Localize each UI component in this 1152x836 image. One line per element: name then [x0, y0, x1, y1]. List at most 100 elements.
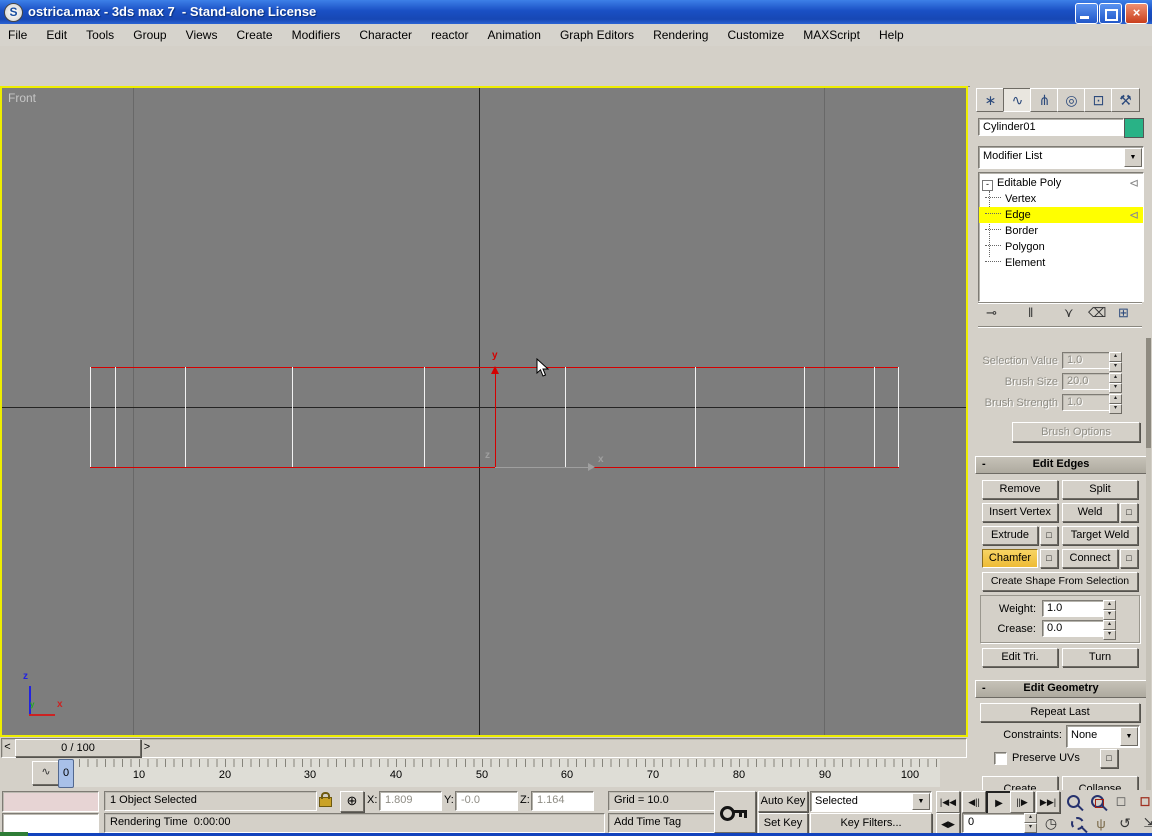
dropdown-arrow-icon[interactable]: ▼: [1124, 148, 1142, 167]
preserve-uvs-checkbox[interactable]: [994, 752, 1007, 765]
menu-reactor[interactable]: reactor: [423, 24, 476, 45]
zoom-extents-icon[interactable]: ◻: [1110, 791, 1132, 811]
selection-value-spinner[interactable]: ▴ ▾: [1109, 352, 1122, 372]
chamfer-button[interactable]: Chamfer: [982, 549, 1038, 568]
y-coord-field[interactable]: -0.0: [455, 791, 518, 811]
selection-value-field[interactable]: 1.0: [1062, 352, 1110, 369]
cylinder-edge[interactable]: [185, 367, 186, 467]
frame-spinner[interactable]: ▴ ▾: [1024, 813, 1037, 833]
brush-strength-spinner[interactable]: ▴ ▾: [1109, 394, 1122, 414]
viewport-front[interactable]: Front y x z z x y: [0, 86, 968, 737]
play-animation-icon[interactable]: ▶: [986, 791, 1012, 815]
dropdown-arrow-icon[interactable]: ▼: [1120, 727, 1138, 746]
menu-views[interactable]: Views: [178, 24, 226, 45]
cylinder-edge[interactable]: [292, 367, 293, 467]
configure-modifier-sets-icon[interactable]: ⊞: [1118, 306, 1129, 320]
maxscript-mini-listener-pink[interactable]: [2, 791, 99, 812]
tab-utilities[interactable]: ⚒: [1111, 88, 1140, 112]
next-frame-arrow[interactable]: >: [141, 739, 153, 755]
zoom-extents-all-icon[interactable]: ◻: [1134, 791, 1152, 811]
absolute-offset-toggle-icon[interactable]: ⊕: [340, 791, 364, 812]
stack-root-row[interactable]: - Editable Poly ⊲: [979, 175, 1143, 191]
menu-edit[interactable]: Edit: [38, 24, 75, 45]
pan-view-icon[interactable]: ψ: [1090, 813, 1112, 833]
weld-settings-icon[interactable]: □: [1120, 503, 1138, 522]
menu-rendering[interactable]: Rendering: [645, 24, 716, 45]
menu-animation[interactable]: Animation: [480, 24, 549, 45]
cylinder-edge[interactable]: [565, 367, 566, 467]
gizmo-y-axis[interactable]: [495, 374, 496, 467]
previous-frame-icon[interactable]: ◀||: [962, 791, 986, 813]
turn-button[interactable]: Turn: [1062, 648, 1138, 667]
next-frame-icon[interactable]: ||▶: [1010, 791, 1034, 813]
selection-lock-icon[interactable]: [319, 792, 332, 810]
remove-modifier-icon[interactable]: ⌫: [1088, 306, 1106, 320]
edit-tri-button[interactable]: Edit Tri.: [982, 648, 1058, 667]
cylinder-edge[interactable]: [695, 367, 696, 467]
tab-display[interactable]: ⊡: [1084, 88, 1113, 112]
chamfer-settings-icon[interactable]: □: [1040, 549, 1058, 568]
modifier-list-dropdown[interactable]: Modifier List ▼: [978, 146, 1144, 169]
maxscript-mini-listener-white[interactable]: [2, 813, 99, 834]
split-button[interactable]: Split: [1062, 480, 1138, 499]
menu-tools[interactable]: Tools: [78, 24, 122, 45]
zoom-all-icon[interactable]: [1086, 791, 1108, 811]
dropdown-arrow-icon[interactable]: ▼: [912, 793, 930, 810]
rollout-collapse-icon[interactable]: -: [982, 457, 986, 472]
crease-field[interactable]: 0.0: [1042, 620, 1104, 637]
menu-file[interactable]: File: [0, 24, 35, 45]
cylinder-edge[interactable]: [115, 367, 116, 467]
insert-vertex-button[interactable]: Insert Vertex: [982, 503, 1058, 522]
key-filter-dropdown[interactable]: Selected ▼: [810, 791, 932, 812]
restore-button[interactable]: [1099, 3, 1122, 24]
weight-spinner[interactable]: ▴ ▾: [1103, 600, 1116, 620]
minimize-button[interactable]: [1075, 3, 1098, 24]
zoom-icon[interactable]: [1062, 791, 1084, 811]
remove-button[interactable]: Remove: [982, 480, 1058, 499]
connect-settings-icon[interactable]: □: [1120, 549, 1138, 568]
min-max-toggle-icon[interactable]: ⇲: [1138, 813, 1152, 833]
menu-customize[interactable]: Customize: [720, 24, 793, 45]
brush-size-field[interactable]: 20.0: [1062, 373, 1110, 390]
time-slider-handle[interactable]: 0: [58, 759, 74, 788]
tab-hierarchy[interactable]: ⋔: [1030, 88, 1059, 112]
time-configuration-icon[interactable]: ◷: [1040, 813, 1062, 833]
menu-graph-editors[interactable]: Graph Editors: [552, 24, 642, 45]
brush-size-spinner[interactable]: ▴ ▾: [1109, 373, 1122, 393]
brush-options-button[interactable]: Brush Options: [1012, 422, 1140, 442]
panel-scrollbar-thumb[interactable]: [1146, 338, 1151, 448]
set-keys-button[interactable]: [714, 791, 756, 833]
z-coord-field[interactable]: 1.164: [531, 791, 594, 811]
gizmo-x-axis[interactable]: [495, 467, 588, 468]
current-frame-field[interactable]: 0: [962, 813, 1029, 833]
cylinder-edge[interactable]: [90, 367, 91, 467]
stack-row-border[interactable]: Border: [979, 223, 1143, 239]
constraints-dropdown[interactable]: None ▼: [1066, 725, 1140, 748]
viewport-label[interactable]: Front: [8, 91, 36, 105]
arc-rotate-icon[interactable]: ↺: [1114, 813, 1136, 833]
collapse-button[interactable]: Collapse: [1062, 776, 1138, 790]
open-mini-curve-editor-icon[interactable]: ∿: [32, 761, 60, 785]
auto-key-button[interactable]: Auto Key: [758, 791, 808, 812]
pin-stack-icon[interactable]: ⊸: [986, 306, 997, 320]
preserve-uvs-settings-icon[interactable]: □: [1100, 749, 1118, 768]
cylinder-edge[interactable]: [898, 367, 899, 467]
stack-row-vertex[interactable]: Vertex: [979, 191, 1143, 207]
set-key-button[interactable]: Set Key: [758, 813, 808, 834]
weight-field[interactable]: 1.0: [1042, 600, 1104, 617]
key-filters-button[interactable]: Key Filters...: [810, 813, 932, 834]
edit-geometry-rollout-header[interactable]: - Edit Geometry: [975, 680, 1147, 698]
create-button[interactable]: Create: [982, 776, 1058, 790]
stack-row-edge[interactable]: Edge ⊲: [979, 207, 1143, 223]
add-time-tag[interactable]: Add Time Tag: [608, 813, 715, 833]
weld-button[interactable]: Weld: [1062, 503, 1118, 522]
time-slider-button[interactable]: 0 / 100: [15, 739, 141, 757]
track-bar-ruler[interactable]: [62, 759, 940, 787]
menu-group[interactable]: Group: [125, 24, 174, 45]
extrude-settings-icon[interactable]: □: [1040, 526, 1058, 545]
create-shape-button[interactable]: Create Shape From Selection: [982, 572, 1138, 591]
collapse-stack-icon[interactable]: -: [982, 180, 993, 191]
target-weld-button[interactable]: Target Weld: [1062, 526, 1138, 545]
make-unique-icon[interactable]: ⋎: [1064, 306, 1074, 320]
zoom-region-icon[interactable]: [1066, 813, 1088, 833]
